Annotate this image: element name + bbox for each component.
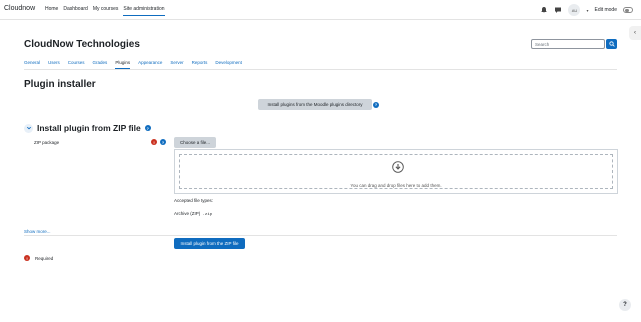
required-icon: !	[151, 139, 157, 145]
install-zip-button[interactable]: Install plugin from the ZIP file	[174, 238, 245, 249]
directory-help-icon[interactable]: ?	[373, 101, 379, 108]
user-menu-chevron-down-icon[interactable]: ▾	[586, 8, 588, 13]
tab-reports[interactable]: Reports	[192, 60, 208, 69]
accepted-type-item: Archive (ZIP) .zip	[174, 211, 212, 217]
search-input[interactable]: Search	[531, 39, 605, 49]
tab-plugins[interactable]: Plugins	[115, 60, 131, 69]
tab-development[interactable]: Development	[215, 60, 242, 69]
messages-icon[interactable]	[554, 6, 562, 14]
section-title: Install plugin from ZIP file	[37, 123, 141, 133]
tab-server[interactable]: Server	[170, 60, 183, 69]
archive-extension: .zip	[202, 213, 213, 217]
user-avatar[interactable]: AU	[568, 4, 581, 16]
install-from-directory-button[interactable]: Install plugins from the Moodle plugins …	[258, 99, 372, 110]
archive-type-label: Archive (ZIP)	[174, 211, 201, 216]
required-legend-icon: !	[24, 255, 30, 261]
edit-mode-label: Edit mode	[594, 7, 617, 13]
chevron-left-icon: ‹	[634, 30, 636, 36]
dropzone-text: You can drag and drop files here to add …	[350, 183, 442, 188]
site-brand[interactable]: Cloudnow	[4, 5, 35, 12]
nav-link-dashboard[interactable]: Dashboard	[63, 6, 87, 16]
tabs-divider	[24, 69, 617, 70]
top-navbar: Cloudnow Home Dashboard My courses Site …	[0, 0, 641, 20]
tab-courses[interactable]: Courses	[68, 60, 85, 69]
dropzone-area: You can drag and drop files here to add …	[179, 154, 613, 189]
tab-general[interactable]: General	[24, 60, 40, 69]
required-legend: ! Required	[24, 255, 53, 261]
zip-package-help-icon[interactable]: ?	[160, 139, 166, 145]
nav-link-site-administration[interactable]: Site administration	[123, 6, 165, 16]
notifications-bell-icon[interactable]	[540, 6, 548, 14]
tab-users[interactable]: Users	[48, 60, 60, 69]
search-button[interactable]	[606, 39, 617, 49]
page-title: Plugin installer	[24, 79, 96, 90]
admin-tabs: General Users Courses Grades Plugins App…	[24, 60, 242, 69]
tab-grades[interactable]: Grades	[93, 60, 108, 69]
show-more-link[interactable]: Show more...	[24, 229, 51, 234]
navbar-user-area: AU ▾ Edit mode	[540, 4, 633, 16]
edit-mode-toggle[interactable]	[623, 7, 633, 13]
primary-navigation: Home Dashboard My courses Site administr…	[45, 6, 165, 16]
download-arrow-icon	[392, 161, 404, 173]
tab-appearance[interactable]: Appearance	[138, 60, 162, 69]
collapse-chevron-down-icon[interactable]	[24, 123, 33, 133]
section-header: Install plugin from ZIP file ?	[24, 123, 151, 133]
file-dropzone[interactable]: You can drag and drop files here to add …	[174, 149, 618, 194]
open-drawer-button[interactable]: ‹	[629, 26, 641, 40]
zip-package-label: ZIP package	[34, 140, 60, 145]
form-divider	[24, 235, 617, 236]
accepted-types-label: Accepted file types:	[174, 198, 214, 203]
search-icon	[608, 41, 615, 47]
required-legend-text: Required	[35, 255, 54, 261]
section-help-icon[interactable]: ?	[144, 125, 151, 131]
site-title: CloudNow Technologies	[24, 39, 140, 50]
nav-link-home[interactable]: Home	[45, 6, 58, 16]
nav-link-my-courses[interactable]: My courses	[93, 6, 119, 16]
choose-file-button[interactable]: Choose a file...	[174, 137, 216, 148]
footer-help-button[interactable]: ?	[619, 299, 631, 311]
